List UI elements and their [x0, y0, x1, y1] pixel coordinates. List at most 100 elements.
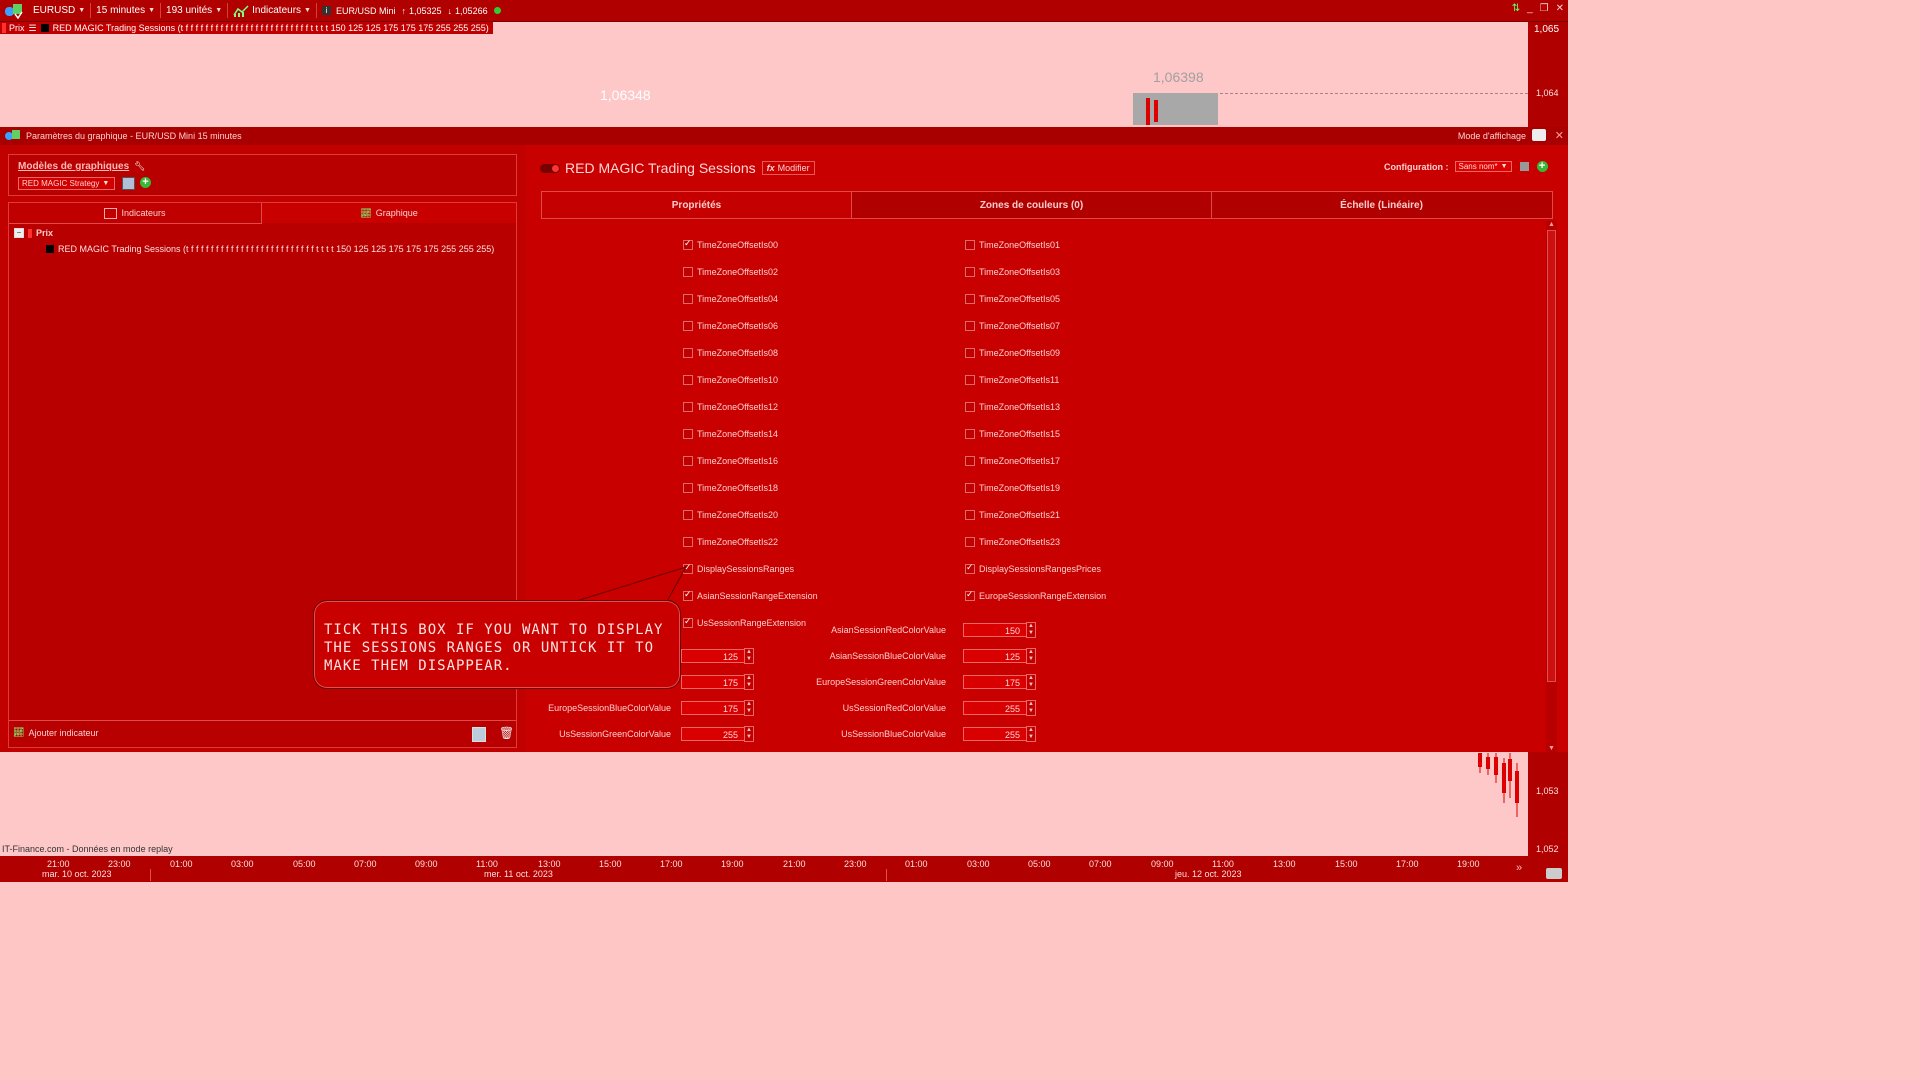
checkbox-unchecked[interactable] — [965, 456, 975, 466]
tab-scale[interactable]: Échelle (Linéaire) — [1212, 192, 1551, 218]
property-checkbox-row[interactable]: TimeZoneOffsetIs20 — [683, 510, 778, 520]
checkbox-unchecked[interactable] — [965, 240, 975, 250]
numeric-input[interactable]: 175 — [963, 675, 1029, 689]
property-checkbox-row[interactable]: DisplaySessionsRangesPrices — [965, 562, 1101, 574]
checkbox-unchecked[interactable] — [965, 321, 975, 331]
spinner-arrows-icon[interactable]: ▲ ▼ — [744, 726, 754, 742]
display-mode-label[interactable]: Mode d'affichage — [1458, 131, 1526, 141]
property-checkbox-row[interactable]: TimeZoneOffsetIs16 — [683, 456, 778, 466]
checkbox-checked[interactable] — [683, 238, 693, 250]
numeric-input[interactable]: 255 — [963, 727, 1029, 741]
property-checkbox-row[interactable]: TimeZoneOffsetIs21 — [965, 510, 1060, 520]
checkbox-unchecked[interactable] — [965, 267, 975, 277]
property-checkbox-row[interactable]: AsianSessionRangeExtension — [683, 589, 818, 601]
checkbox-unchecked[interactable] — [965, 294, 975, 304]
checkbox-unchecked[interactable] — [965, 510, 975, 520]
close-icon[interactable]: ✕ — [1556, 3, 1564, 14]
symbol-dropdown[interactable]: EURUSD ▼ — [28, 0, 90, 21]
spinner-arrows-icon[interactable]: ▲ ▼ — [1026, 726, 1036, 742]
instrument-info[interactable]: i EUR/USD Mini ↑ 1,05325 ↓ 1,05266 — [317, 0, 506, 21]
checkbox-unchecked[interactable] — [683, 483, 693, 493]
property-checkbox-row[interactable]: TimeZoneOffsetIs23 — [965, 537, 1060, 547]
spinner-arrows-icon[interactable]: ▲ ▼ — [744, 700, 754, 716]
property-checkbox-row[interactable]: TimeZoneOffsetIs12 — [683, 402, 778, 412]
numeric-input[interactable]: 125 — [963, 649, 1029, 663]
legend-price-label[interactable]: Prix — [9, 23, 25, 33]
property-checkbox-row[interactable]: TimeZoneOffsetIs06 — [683, 321, 778, 331]
tab-indicators[interactable]: Indicateurs — [9, 203, 262, 224]
scroll-right-icon[interactable]: » — [1516, 862, 1522, 874]
property-checkbox-row[interactable]: TimeZoneOffsetIs00 — [683, 238, 778, 250]
scroll-up-icon[interactable]: ▲ — [1546, 221, 1557, 228]
restore-icon[interactable]: ❐ — [1540, 3, 1549, 14]
numeric-input[interactable]: 255 — [963, 701, 1029, 715]
save-config-icon[interactable] — [1519, 162, 1529, 171]
property-checkbox-row[interactable]: TimeZoneOffsetIs01 — [965, 240, 1060, 250]
property-checkbox-row[interactable]: TimeZoneOffsetIs04 — [683, 294, 778, 304]
timeframe-dropdown[interactable]: 15 minutes ▼ — [91, 0, 160, 21]
copy-icon[interactable] — [472, 727, 486, 742]
property-checkbox-row[interactable]: TimeZoneOffsetIs13 — [965, 402, 1060, 412]
scroll-thumb[interactable] — [1547, 230, 1556, 682]
collapse-icon[interactable]: − — [14, 228, 24, 238]
numeric-input[interactable]: 150 — [963, 623, 1029, 637]
add-icon[interactable]: + — [140, 177, 151, 188]
tree-item-price[interactable]: − Prix — [14, 228, 53, 238]
property-checkbox-row[interactable]: TimeZoneOffsetIs09 — [965, 348, 1060, 358]
spinner-arrows-icon[interactable]: ▲ ▼ — [1026, 674, 1036, 690]
scrollbar[interactable]: ▲ ▼ — [1546, 221, 1557, 752]
time-axis[interactable]: mar. 10 oct. 2023 mer. 11 oct. 2023 jeu.… — [0, 856, 1528, 882]
checkbox-unchecked[interactable] — [965, 402, 975, 412]
tree-item-indicator[interactable]: RED MAGIC Trading Sessions (t f f f f f … — [46, 244, 494, 254]
tab-chart[interactable]: 📈︎ Graphique — [262, 203, 516, 223]
property-checkbox-row[interactable]: TimeZoneOffsetIs05 — [965, 294, 1060, 304]
modify-button[interactable]: fx Modifier — [761, 161, 815, 175]
property-checkbox-row[interactable]: TimeZoneOffsetIs18 — [683, 483, 778, 493]
scroll-down-icon[interactable]: ▼ — [1546, 745, 1557, 752]
spinner-arrows-icon[interactable]: ▲ ▼ — [1026, 700, 1036, 716]
property-checkbox-row[interactable]: TimeZoneOffsetIs19 — [965, 483, 1060, 493]
checkbox-unchecked[interactable] — [965, 483, 975, 493]
checkbox-checked[interactable] — [683, 616, 693, 628]
checkbox-unchecked[interactable] — [965, 429, 975, 439]
price-chart-top[interactable]: Prix ☰ RED MAGIC Trading Sessions (t f f… — [0, 22, 1528, 125]
wrench-icon[interactable]: 🔧︎ — [134, 161, 145, 172]
spinner-arrows-icon[interactable]: ▲ ▼ — [744, 648, 754, 664]
numeric-input[interactable]: 255 — [681, 727, 747, 741]
property-checkbox-row[interactable]: TimeZoneOffsetIs17 — [965, 456, 1060, 466]
dialog-title-bar[interactable]: Paramètres du graphique - EUR/USD Mini 1… — [0, 127, 1568, 145]
minimize-icon[interactable]: _ — [1527, 3, 1533, 14]
property-checkbox-row[interactable]: TimeZoneOffsetIs10 — [683, 375, 778, 385]
configuration-select[interactable]: Sans nom* ▼ — [1454, 161, 1512, 172]
add-config-icon[interactable]: + — [1536, 161, 1548, 172]
property-checkbox-row[interactable]: TimeZoneOffsetIs08 — [683, 348, 778, 358]
add-indicator-button[interactable]: 📈︎ Ajouter indicateur — [13, 727, 98, 738]
numeric-input[interactable]: 125 — [681, 649, 747, 663]
checkbox-unchecked[interactable] — [683, 267, 693, 277]
display-mode-icon[interactable] — [1532, 129, 1546, 141]
app-logo-icon[interactable] — [0, 0, 28, 21]
checkbox-unchecked[interactable] — [683, 321, 693, 331]
template-select[interactable]: RED MAGIC Strategy ▼ — [18, 177, 115, 190]
toggle-switch[interactable] — [540, 163, 560, 173]
list-icon[interactable]: ☰ — [29, 23, 37, 34]
checkbox-unchecked[interactable] — [683, 510, 693, 520]
units-dropdown[interactable]: 193 unités ▼ — [161, 0, 227, 21]
property-checkbox-row[interactable]: EuropeSessionRangeExtension — [965, 589, 1106, 601]
spinner-arrows-icon[interactable]: ▲ ▼ — [1026, 648, 1036, 664]
close-icon[interactable]: ✕ — [1555, 129, 1564, 142]
checkbox-unchecked[interactable] — [683, 294, 693, 304]
price-chart-bottom[interactable]: IT-Finance.com - Données en mode replay — [0, 753, 1528, 856]
property-checkbox-row[interactable]: TimeZoneOffsetIs03 — [965, 267, 1060, 277]
property-checkbox-row[interactable]: TimeZoneOffsetIs11 — [965, 375, 1059, 385]
numeric-input[interactable]: 175 — [681, 701, 747, 715]
spinner-arrows-icon[interactable]: ▲ ▼ — [744, 674, 754, 690]
checkbox-unchecked[interactable] — [683, 456, 693, 466]
checkbox-unchecked[interactable] — [965, 375, 975, 385]
save-icon[interactable] — [122, 177, 135, 190]
checkbox-unchecked[interactable] — [683, 348, 693, 358]
checkbox-checked[interactable] — [965, 562, 975, 574]
indicators-dropdown[interactable]: Indicateurs ▼ — [228, 0, 316, 21]
property-checkbox-row[interactable]: TimeZoneOffsetIs15 — [965, 429, 1060, 439]
checkbox-unchecked[interactable] — [965, 537, 975, 547]
